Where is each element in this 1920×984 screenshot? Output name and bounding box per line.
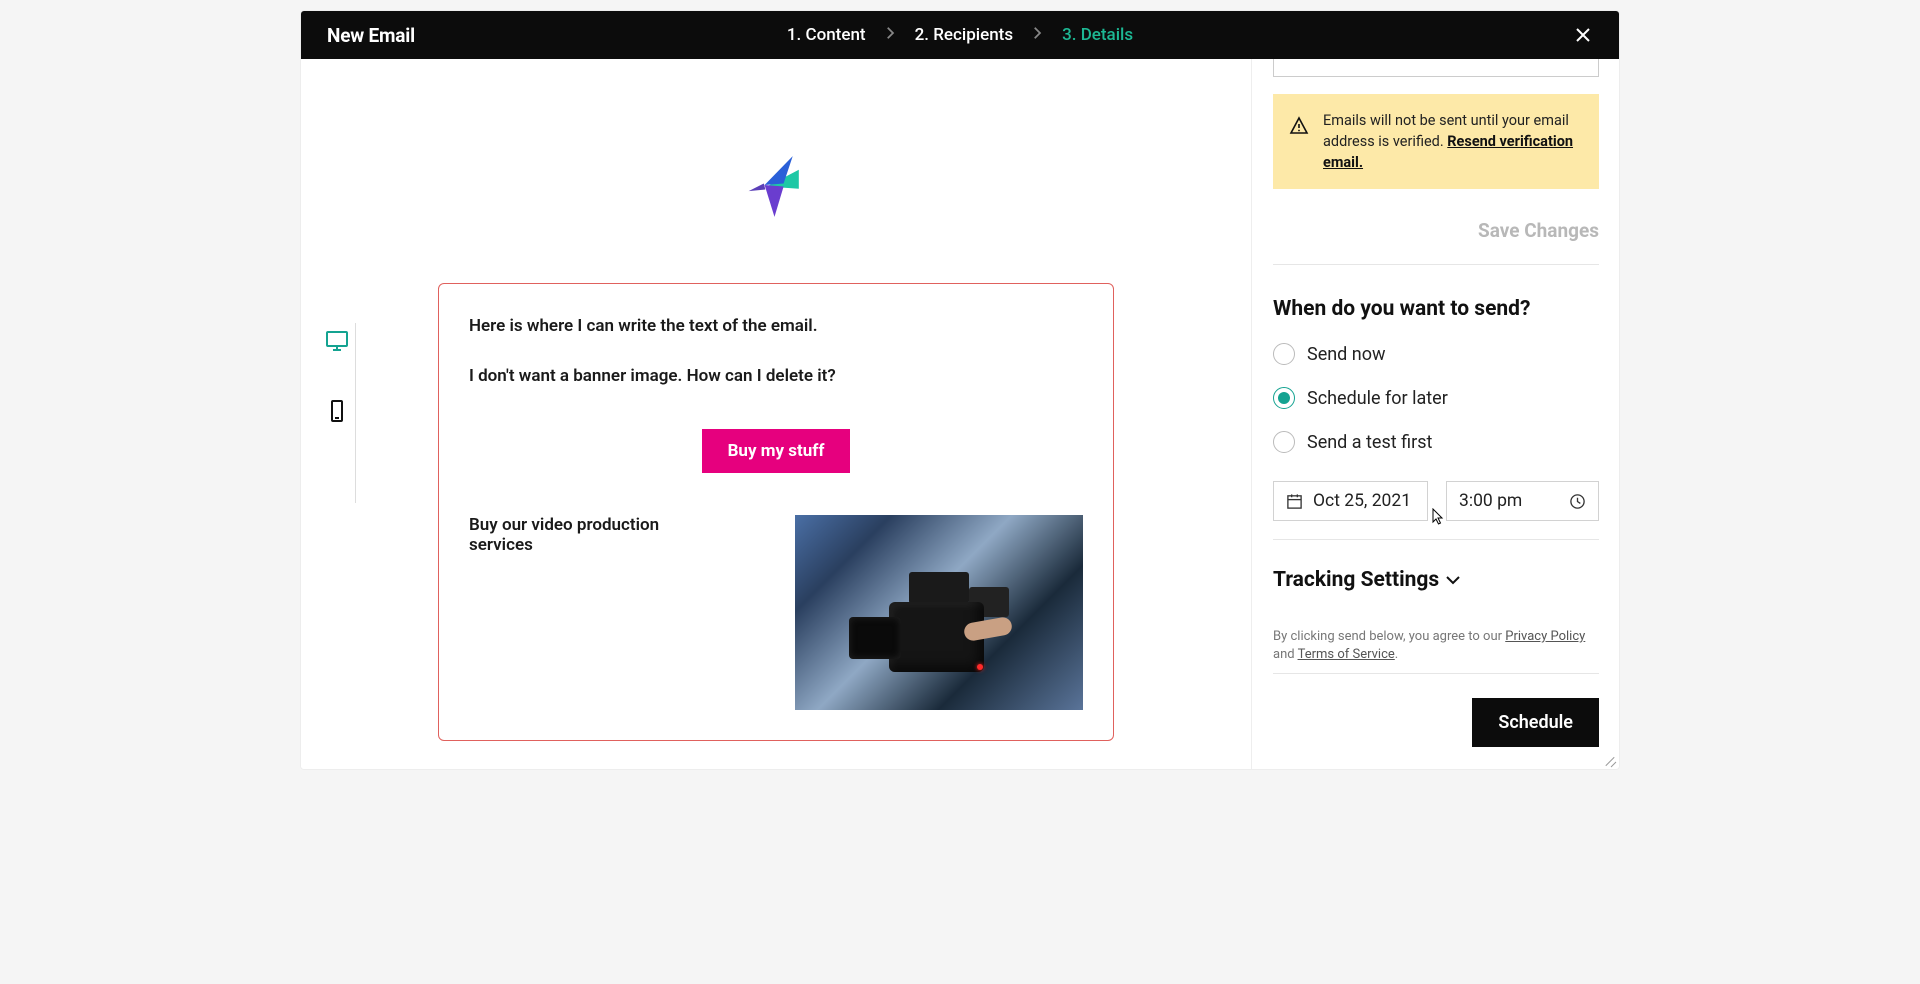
step-content[interactable]: 1. Content	[787, 25, 866, 45]
chevron-right-icon	[1033, 26, 1042, 44]
email-preview: Here is where I can write the text of th…	[438, 59, 1114, 769]
sidebar-scroll[interactable]: Emails will not be sent until your email…	[1273, 59, 1599, 673]
verification-alert: Emails will not be sent until your email…	[1273, 94, 1599, 189]
privacy-policy-link[interactable]: Privacy Policy	[1505, 629, 1585, 644]
email-body-card[interactable]: Here is where I can write the text of th…	[438, 283, 1114, 741]
time-value: 3:00 pm	[1459, 491, 1522, 511]
step-details[interactable]: 3. Details	[1062, 25, 1133, 45]
warning-icon	[1289, 116, 1309, 136]
sidebar-footer: Schedule	[1273, 673, 1599, 769]
new-email-modal: New Email 1. Content 2. Recipients 3. De…	[301, 11, 1619, 769]
radio-icon	[1273, 387, 1295, 409]
divider	[1273, 539, 1599, 540]
email-logo	[738, 147, 814, 223]
legal-prefix: By clicking send below, you agree to our	[1273, 629, 1505, 644]
save-changes-button[interactable]: Save Changes	[1478, 219, 1599, 242]
device-toggle	[319, 323, 355, 463]
chevron-down-icon	[1445, 575, 1461, 585]
radio-send-now[interactable]: Send now	[1273, 343, 1599, 365]
radio-send-test[interactable]: Send a test first	[1273, 431, 1599, 453]
camera-illustration	[849, 562, 1029, 682]
radio-label: Send now	[1307, 344, 1386, 365]
divider	[1273, 264, 1599, 265]
modal-title: New Email	[327, 24, 415, 47]
tracking-label: Tracking Settings	[1273, 568, 1439, 592]
desktop-icon	[325, 330, 349, 352]
partial-input-field[interactable]	[1273, 59, 1599, 77]
close-icon	[1573, 25, 1593, 45]
legal-suffix: .	[1395, 647, 1398, 662]
step-recipients[interactable]: 2. Recipients	[915, 25, 1014, 45]
time-picker[interactable]: 3:00 pm	[1446, 481, 1599, 521]
date-picker[interactable]: Oct 25, 2021	[1273, 481, 1428, 521]
logo-icon	[738, 147, 814, 223]
close-button[interactable]	[1569, 21, 1597, 49]
mobile-icon	[325, 400, 349, 422]
radio-label: Schedule for later	[1307, 388, 1448, 409]
modal-header: New Email 1. Content 2. Recipients 3. De…	[301, 11, 1619, 59]
radio-icon	[1273, 431, 1295, 453]
modal-body: Here is where I can write the text of th…	[301, 59, 1619, 769]
clock-icon	[1569, 493, 1586, 510]
divider-line	[355, 323, 356, 503]
calendar-icon	[1286, 493, 1303, 510]
radio-icon	[1273, 343, 1295, 365]
schedule-button[interactable]: Schedule	[1472, 698, 1599, 747]
legal-text: By clicking send below, you agree to our…	[1273, 628, 1599, 664]
chevron-right-icon	[886, 26, 895, 44]
terms-of-service-link[interactable]: Terms of Service	[1298, 647, 1395, 662]
datetime-row: Oct 25, 2021 3:00 pm	[1273, 481, 1599, 521]
wizard-steps: 1. Content 2. Recipients 3. Details	[787, 25, 1133, 45]
tracking-settings-toggle[interactable]: Tracking Settings	[1273, 568, 1599, 592]
desktop-preview-button[interactable]	[319, 323, 355, 359]
radio-label: Send a test first	[1307, 432, 1432, 453]
email-row-2: Buy our video production services	[469, 515, 1083, 710]
radio-schedule-later[interactable]: Schedule for later	[1273, 387, 1599, 409]
date-value: Oct 25, 2021	[1313, 491, 1411, 511]
details-sidebar: Emails will not be sent until your email…	[1251, 59, 1619, 769]
send-options: Send now Schedule for later Send a test …	[1273, 343, 1599, 453]
email-paragraph-1: Here is where I can write the text of th…	[469, 314, 1083, 340]
save-row: Save Changes	[1273, 219, 1599, 242]
cta-wrapper: Buy my stuff	[469, 429, 1083, 473]
when-send-heading: When do you want to send?	[1273, 297, 1599, 321]
mobile-preview-button[interactable]	[319, 393, 355, 429]
email-row-2-image	[795, 515, 1083, 710]
legal-and: and	[1273, 647, 1298, 662]
email-row-2-text: Buy our video production services	[469, 515, 701, 555]
resize-handle[interactable]	[1604, 754, 1616, 766]
preview-pane: Here is where I can write the text of th…	[301, 59, 1251, 769]
email-paragraph-2: I don't want a banner image. How can I d…	[469, 364, 1083, 390]
cta-button[interactable]: Buy my stuff	[702, 429, 851, 473]
